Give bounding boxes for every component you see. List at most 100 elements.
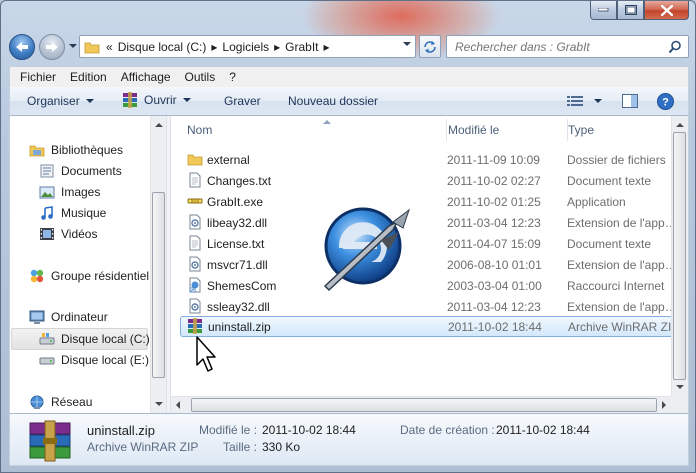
close-icon [660, 4, 673, 16]
address-dropdown-icon[interactable] [403, 42, 411, 47]
caption-buttons [590, 1, 689, 20]
breadcrumb-overflow[interactable]: « [106, 40, 113, 54]
file-row-changes-txt[interactable]: Changes.txt 2011-10-02 02:27 Document te… [181, 170, 681, 191]
scrollbar-thumb[interactable] [673, 132, 686, 380]
nav-item-label: Disque local (C:) [61, 332, 150, 346]
column-header-modified[interactable]: Modifié le [448, 119, 568, 141]
search-box[interactable] [446, 35, 689, 58]
scrollbar-thumb[interactable] [152, 192, 165, 378]
details-pane: uninstall.zip Archive WinRAR ZIP Modifié… [9, 413, 689, 466]
back-arrow-icon [16, 42, 28, 52]
breadcrumb-item-grabit[interactable]: GrabIt [285, 40, 318, 54]
scroll-down-icon[interactable] [676, 385, 684, 389]
organize-button[interactable]: Organiser [27, 94, 94, 108]
winrar-archive-icon [188, 318, 202, 334]
file-row-ssleay32-dll[interactable]: ssleay32.dll 2011-03-04 12:23 Extension … [181, 296, 681, 317]
details-modified-value[interactable]: 2011-10-02 18:44 [262, 423, 356, 437]
internet-shortcut-icon [189, 277, 201, 293]
file-row-msvcr71-dll[interactable]: msvcr71.dll 2006-08-10 01:01 Extension d… [181, 254, 681, 275]
file-type: Document texte [567, 237, 652, 251]
folder-icon [187, 154, 203, 166]
nav-item-drive-c[interactable]: Disque local (C:) [39, 329, 150, 349]
search-input[interactable] [455, 40, 655, 54]
view-options-button[interactable] [567, 95, 602, 107]
file-row-libeay32-dll[interactable]: libeay32.dll 2011-03-04 12:23 Extension … [181, 212, 681, 233]
scrollbar-thumb[interactable] [191, 398, 657, 412]
nav-item-documents[interactable]: Documents [39, 161, 122, 181]
scroll-up-icon[interactable] [676, 123, 684, 127]
breadcrumb-separator: ▸ [274, 39, 281, 54]
menu-fichier[interactable]: Fichier [20, 70, 56, 84]
navigation-pane-scrollbar[interactable] [150, 116, 166, 413]
nav-item-network[interactable]: Réseau [29, 392, 92, 412]
scroll-left-icon[interactable] [176, 401, 180, 409]
nav-item-homegroup[interactable]: Groupe résidentiel [29, 266, 149, 286]
details-modified-label: Modifié le : [199, 423, 258, 437]
open-button[interactable]: Ouvrir [122, 92, 191, 108]
nav-item-label: Ordinateur [51, 310, 108, 324]
new-folder-label: Nouveau dossier [288, 94, 379, 108]
file-modified: 2011-10-02 02:27 [447, 174, 541, 188]
scroll-right-icon[interactable] [662, 401, 666, 409]
file-type: Document texte [567, 174, 652, 188]
organize-label: Organiser [27, 94, 80, 108]
breadcrumb: « Disque local (C:) ▸ Logiciels ▸ GrabIt… [106, 40, 335, 54]
file-name: external [207, 153, 250, 167]
details-size-label: Taille : [223, 440, 258, 454]
nav-item-drive-e[interactable]: Disque local (E:) [39, 350, 149, 370]
menu-outils[interactable]: Outils [185, 70, 216, 84]
file-list-horizontal-scrollbar[interactable] [171, 396, 671, 413]
menu-help[interactable]: ? [229, 70, 236, 84]
column-header-label: Modifié le [448, 123, 500, 137]
file-row-shemescom[interactable]: ShemesCom 2003-03-04 01:00 Raccourci Int… [181, 275, 681, 296]
scroll-down-icon[interactable] [155, 402, 163, 406]
close-button[interactable] [644, 1, 689, 20]
file-row-uninstall-zip[interactable]: uninstall.zip 2011-10-02 18:44 Archive W… [180, 316, 688, 337]
address-bar[interactable]: « Disque local (C:) ▸ Logiciels ▸ GrabIt… [79, 35, 416, 58]
file-name: ShemesCom [207, 279, 277, 293]
file-name: Changes.txt [207, 174, 272, 188]
details-filename: uninstall.zip [87, 423, 155, 438]
nav-item-label: Documents [61, 164, 122, 178]
minimize-button[interactable] [590, 1, 617, 20]
back-button[interactable] [9, 34, 35, 60]
file-list-vertical-scrollbar[interactable] [671, 116, 688, 396]
new-folder-button[interactable]: Nouveau dossier [288, 94, 378, 108]
menu-affichage[interactable]: Affichage [121, 70, 171, 84]
file-row-external[interactable]: external 2011-11-09 10:09 Dossier de fic… [181, 149, 681, 170]
explorer-window: « Disque local (C:) ▸ Logiciels ▸ GrabIt… [0, 0, 696, 473]
navigation-pane: Bibliothèques Documents Images Musique V… [10, 116, 166, 413]
forward-button[interactable] [39, 34, 65, 60]
maximize-button[interactable] [617, 1, 644, 20]
file-modified: 2011-10-02 18:44 [448, 320, 542, 334]
breadcrumb-item-drive-c[interactable]: Disque local (C:) [118, 40, 207, 54]
file-row-license-txt[interactable]: License.txt 2011-04-07 15:09 Document te… [181, 233, 681, 254]
column-header-type[interactable]: Type [568, 119, 688, 141]
nav-item-images[interactable]: Images [39, 182, 100, 202]
column-header-name[interactable]: Nom [187, 119, 447, 141]
file-row-grabit-exe[interactable]: GrabIt.exe 2011-10-02 01:25 Application [181, 191, 681, 212]
burn-label: Graver [224, 94, 261, 108]
drive-c-icon [39, 331, 55, 347]
nav-item-label: Bibliothèques [51, 143, 124, 157]
search-icon[interactable] [668, 40, 682, 54]
nav-item-computer[interactable]: Ordinateur [29, 307, 108, 327]
details-created-label: Date de création : [400, 423, 495, 437]
scroll-up-icon[interactable] [155, 123, 163, 127]
breadcrumb-item-logiciels[interactable]: Logiciels [222, 40, 269, 54]
nav-item-videos[interactable]: Vidéos [39, 224, 97, 244]
dll-icon [189, 298, 201, 314]
nav-item-libraries[interactable]: Bibliothèques [29, 140, 123, 160]
refresh-button[interactable] [419, 35, 441, 58]
scrollbar-corner [671, 396, 688, 413]
menu-edition[interactable]: Edition [70, 70, 107, 84]
column-header-label: Nom [187, 123, 213, 137]
help-button[interactable]: ? [657, 93, 674, 110]
nav-item-music[interactable]: Musique [39, 203, 106, 223]
details-created-value[interactable]: 2011-10-02 18:44 [496, 423, 590, 437]
burn-button[interactable]: Graver [224, 94, 261, 108]
preview-pane-button[interactable] [622, 94, 638, 108]
recent-pages-dropdown-icon[interactable] [69, 44, 77, 49]
nav-item-label: Groupe résidentiel [51, 269, 150, 283]
text-file-icon [189, 172, 201, 188]
